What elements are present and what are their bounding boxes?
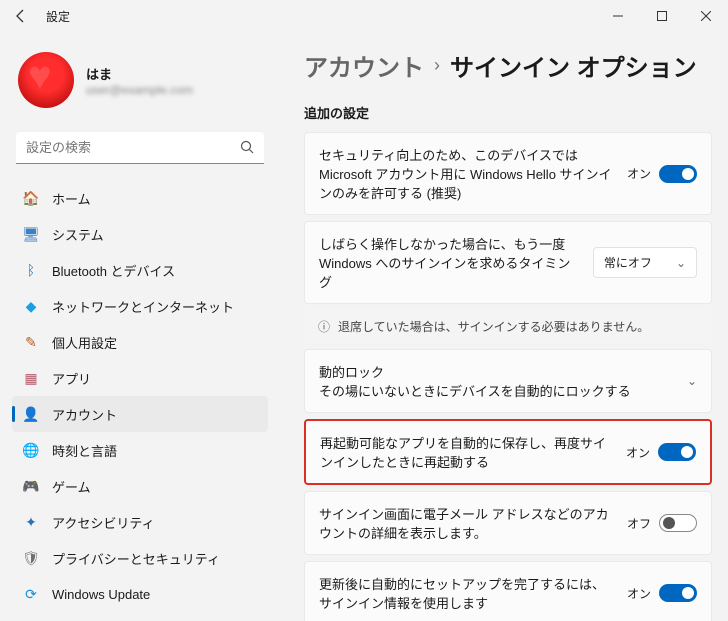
chevron-down-icon: ⌄ (687, 374, 697, 388)
sidebar-item-10[interactable]: 🛡 プライバシーとセキュリティ (12, 540, 268, 576)
breadcrumb: アカウント › サインイン オプション (304, 48, 712, 83)
close-icon (701, 11, 711, 21)
nav-icon: 🌐 (22, 441, 40, 459)
sidebar-item-9[interactable]: ✦ アクセシビリティ (12, 504, 268, 540)
toggle-show-email[interactable] (659, 514, 697, 532)
nav-icon: ◆ (22, 297, 40, 315)
nav-icon: ▦ (22, 369, 40, 387)
sidebar-item-3[interactable]: ◆ ネットワークとインターネット (12, 288, 268, 324)
sidebar-item-5[interactable]: ▦ アプリ (12, 360, 268, 396)
search-box (16, 132, 264, 164)
breadcrumb-current: サインイン オプション (450, 48, 697, 83)
nav-label: 個人用設定 (52, 333, 117, 352)
setting-restart-apps: 再起動可能なアプリを自動的に保存し、再度サインインしたときに再起動する オン (304, 419, 712, 485)
nav-label: 時刻と言語 (52, 441, 117, 460)
sidebar-item-6[interactable]: 👤 アカウント (12, 396, 268, 432)
sidebar-item-2[interactable]: ᛒ Bluetooth とデバイス (12, 252, 268, 288)
section-additional: 追加の設定 (304, 103, 712, 122)
back-arrow-icon (13, 8, 29, 24)
nav-label: プライバシーとセキュリティ (52, 549, 220, 568)
maximize-icon (657, 11, 667, 21)
profile[interactable]: はま user@example.com (12, 40, 268, 120)
nav-label: アプリ (52, 369, 91, 388)
breadcrumb-parent[interactable]: アカウント (304, 48, 424, 83)
window-title: 設定 (46, 8, 70, 25)
nav-label: ネットワークとインターネット (52, 297, 234, 316)
sidebar-item-1[interactable]: 🖥 システム (12, 216, 268, 252)
close-button[interactable] (684, 0, 728, 32)
user-email: user@example.com (86, 83, 193, 97)
nav-icon: 🛡 (22, 549, 40, 567)
sidebar-item-7[interactable]: 🌐 時刻と言語 (12, 432, 268, 468)
titlebar: 設定 (0, 0, 728, 32)
setting-auto-setup: 更新後に自動的にセットアップを完了するには、サインイン情報を使用します オン (304, 561, 712, 621)
chevron-right-icon: › (434, 55, 440, 76)
nav: 🏠 ホーム 🖥 システム ᛒ Bluetooth とデバイス ◆ ネットワークとインターネット… (12, 180, 268, 612)
minimize-icon (613, 11, 623, 21)
avatar (18, 52, 74, 108)
minimize-button[interactable] (596, 0, 640, 32)
main-panel: アカウント › サインイン オプション 追加の設定 セキュリティ向上のため、この… (280, 32, 728, 621)
dropdown-timeout[interactable]: 常にオフ ⌄ (593, 247, 697, 278)
nav-icon: 🏠 (22, 189, 40, 207)
nav-icon: 🎮 (22, 477, 40, 495)
toggle-auto-setup[interactable] (659, 584, 697, 602)
nav-label: ゲーム (52, 477, 91, 496)
user-name: はま (86, 64, 193, 83)
nav-label: Bluetooth とデバイス (52, 261, 175, 280)
info-icon: ⓘ (318, 318, 330, 335)
sidebar-item-4[interactable]: ✎ 個人用設定 (12, 324, 268, 360)
nav-icon: ✦ (22, 513, 40, 531)
nav-label: ホーム (52, 189, 91, 208)
sidebar-item-0[interactable]: 🏠 ホーム (12, 180, 268, 216)
sidebar: はま user@example.com 🏠 ホーム 🖥 システム ᛒ Bluetooth … (0, 32, 280, 621)
setting-dynamic-lock[interactable]: 動的ロック その場にいないときにデバイスを自動的にロックする ⌄ (304, 349, 712, 413)
search-icon (240, 140, 254, 157)
toggle-hello[interactable] (659, 165, 697, 183)
back-button[interactable] (0, 0, 42, 32)
nav-label: アクセシビリティ (52, 513, 155, 532)
window-controls (596, 0, 728, 32)
sidebar-item-11[interactable]: ⟳ Windows Update (12, 576, 268, 612)
setting-hello: セキュリティ向上のため、このデバイスでは Microsoft アカウント用に W… (304, 132, 712, 215)
search-input[interactable] (16, 132, 264, 164)
setting-show-email: サインイン画面に電子メール アドレスなどのアカウントの詳細を表示します。 オフ (304, 491, 712, 555)
setting-timeout: しばらく操作しなかった場合に、もう一度 Windows へのサインインを求めるタ… (304, 221, 712, 304)
toggle-restart-apps[interactable] (658, 443, 696, 461)
nav-label: Windows Update (52, 587, 150, 602)
chevron-down-icon: ⌄ (676, 256, 686, 270)
nav-icon: ✎ (22, 333, 40, 351)
nav-icon: 🖥 (22, 225, 40, 243)
nav-label: アカウント (52, 405, 117, 424)
nav-icon: 👤 (22, 405, 40, 423)
maximize-button[interactable] (640, 0, 684, 32)
info-away: ⓘ 退席していた場合は、サインインする必要はありません。 (304, 310, 712, 343)
sidebar-item-8[interactable]: 🎮 ゲーム (12, 468, 268, 504)
nav-icon: ⟳ (22, 585, 40, 603)
nav-label: システム (52, 225, 104, 244)
nav-icon: ᛒ (22, 261, 40, 279)
